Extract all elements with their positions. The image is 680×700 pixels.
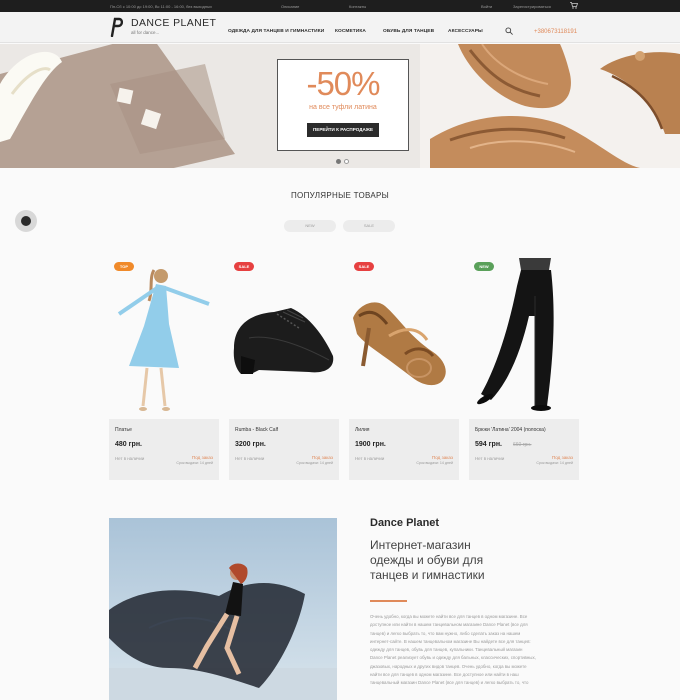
product-badge: NEW — [474, 262, 494, 271]
shipping-time: Срок выдачи: 14 дней — [176, 461, 213, 465]
about-heading: Интернет-магазин одежды и обуви для танц… — [370, 538, 485, 582]
preorder-link[interactable]: Под заказ — [432, 455, 453, 460]
dance-planet-logo-icon[interactable] — [109, 17, 123, 37]
product-price: 480 грн. — [115, 441, 142, 448]
dancer-photo — [109, 518, 337, 700]
product-image[interactable]: NEW — [469, 256, 579, 418]
brand-tagline: all for dance... — [131, 30, 160, 35]
top-bar: Пн-Сб с 10:00 до 19:00, Вс 11:00 - 16:00… — [0, 0, 680, 12]
nav-cosmetics[interactable]: КОСМЕТИКА — [335, 29, 366, 34]
topbar-link-contacts[interactable]: Контакты — [349, 4, 366, 9]
shipping-time: Срок выдачи: 14 дней — [296, 461, 333, 465]
search-icon[interactable] — [505, 27, 513, 35]
product-info: Rumba - Black Calf 3200 грн. Нет в налич… — [229, 419, 339, 480]
product-availability: Нет в наличии — [235, 456, 265, 461]
preorder-link[interactable]: Под заказ — [192, 455, 213, 460]
product-name[interactable]: Брюки 'Латина' 2004 (полоска) — [475, 427, 546, 433]
product-name[interactable]: Платье — [115, 427, 132, 433]
product-availability: Нет в наличии — [115, 456, 145, 461]
shipping-time: Срок выдачи: 14 дней — [416, 461, 453, 465]
product-badge: SALE — [234, 262, 254, 271]
product-availability: Нет в наличии — [475, 456, 505, 461]
login-link[interactable]: Войти — [481, 4, 492, 9]
go-to-sale-button[interactable]: ПЕРЕЙТИ К РАСПРОДАЖЕ — [307, 123, 379, 137]
promo-box: -50% на все туфли латина ПЕРЕЙТИ К РАСПР… — [277, 59, 409, 151]
product-price: 3200 грн. — [235, 441, 266, 448]
promo-subtitle: на все туфли латина — [309, 104, 377, 111]
slider-dot[interactable] — [344, 159, 349, 164]
product-card[interactable]: NEW Брюки 'Латина' 2004 (полоска) 594 гр… — [469, 256, 579, 480]
cart-icon[interactable] — [570, 2, 578, 9]
nav-dance-shoes[interactable]: ОБУВЬ ДЛЯ ТАНЦЕВ — [383, 29, 434, 34]
promo-discount: -50% — [306, 65, 380, 102]
about-title: Dance Planet — [370, 517, 440, 529]
popular-products-title: ПОПУЛЯРНЫЕ ТОВАРЫ — [291, 191, 389, 200]
site-header: DANCE PLANET all for dance... ОДЕЖДА ДЛЯ… — [0, 12, 680, 43]
brand-name[interactable]: DANCE PLANET — [131, 17, 216, 29]
hero-banner: -50% на все туфли латина ПЕРЕЙТИ К РАСПР… — [0, 44, 680, 168]
filter-new-button[interactable]: NEW — [284, 220, 336, 232]
product-card[interactable]: TOP Платье 480 грн. Нет в наличии Под за… — [109, 256, 219, 480]
about-divider — [370, 600, 407, 602]
about-text: Очень удобно, когда вы можете найти все … — [370, 614, 536, 686]
product-info: Платье 480 грн. Нет в наличии Под заказ … — [109, 419, 219, 480]
product-price: 1900 грн. — [355, 441, 386, 448]
product-card[interactable]: SALE Лилия 1900 грн. Нет в наличии Под з… — [349, 256, 459, 480]
product-name[interactable]: Лилия — [355, 427, 370, 433]
slider-dot-active[interactable] — [336, 159, 341, 164]
working-hours: Пн-Сб с 10:00 до 19:00, Вс 11:00 - 16:00… — [110, 4, 212, 9]
product-name[interactable]: Rumba - Black Calf — [235, 427, 278, 433]
preorder-link[interactable]: Под заказ — [312, 455, 333, 460]
product-card[interactable]: SALE Rumba - Black Calf 3200 грн. Нет в … — [229, 256, 339, 480]
nav-accessories[interactable]: АКСЕССУАРЫ — [448, 29, 483, 34]
product-old-price: 660 грн. — [513, 442, 532, 448]
product-info: Лилия 1900 грн. Нет в наличии Под заказ … — [349, 419, 459, 480]
topbar-link-description[interactable]: Описание — [281, 4, 299, 9]
shipping-time: Срок выдачи: 14 дней — [536, 461, 573, 465]
product-info: Брюки 'Латина' 2004 (полоска) 594 грн. 6… — [469, 419, 579, 480]
nav-dance-clothing[interactable]: ОДЕЖДА ДЛЯ ТАНЦЕВ И ГИМНАСТИКИ — [228, 29, 324, 34]
register-link[interactable]: Зарегистрироваться — [513, 4, 551, 9]
preorder-link[interactable]: Под заказ — [552, 455, 573, 460]
phone-number[interactable]: +380673118191 — [534, 29, 577, 35]
product-image[interactable]: SALE — [349, 256, 459, 418]
product-image[interactable]: SALE — [229, 256, 339, 418]
product-badge: TOP — [114, 262, 134, 271]
filter-sale-button[interactable]: SALE — [343, 220, 395, 232]
product-image[interactable]: TOP — [109, 256, 219, 418]
product-badge: SALE — [354, 262, 374, 271]
floating-callback-button[interactable] — [15, 210, 37, 232]
product-price: 594 грн. — [475, 441, 502, 448]
product-availability: Нет в наличии — [355, 456, 385, 461]
